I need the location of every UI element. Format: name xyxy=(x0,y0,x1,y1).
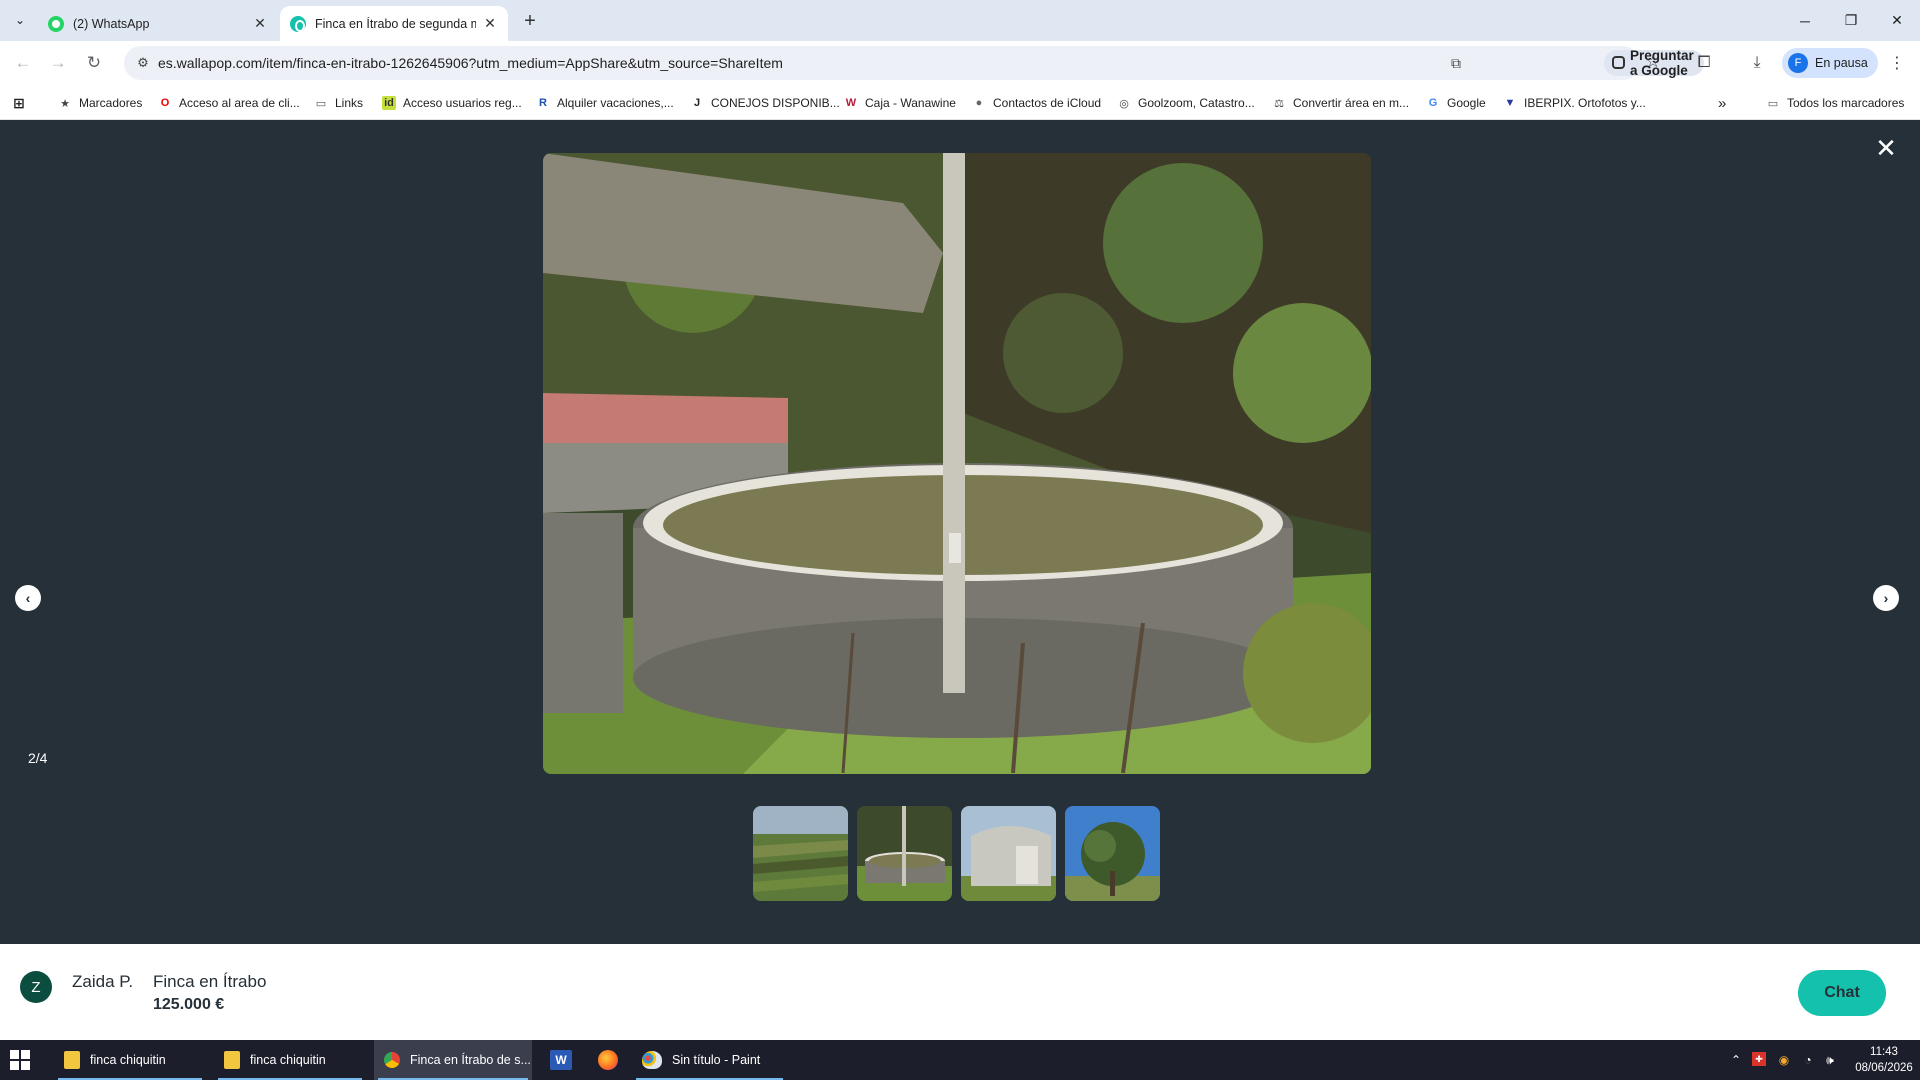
bookmark-item[interactable]: ★ Marcadores xyxy=(58,93,142,113)
show-hidden-icons-icon[interactable]: ⌃ xyxy=(1728,1052,1744,1068)
tab-wallapop[interactable]: Finca en Ítrabo de segunda mano ✕ xyxy=(280,6,508,41)
bookmark-item[interactable]: R Alquiler vacaciones,... xyxy=(536,93,674,113)
profile-avatar: F xyxy=(1788,53,1808,73)
close-tab-icon[interactable]: ✕ xyxy=(482,15,498,32)
system-clock[interactable]: 11:43 08/06/2026 xyxy=(1852,1044,1916,1076)
apps-grid-icon[interactable]: ⊞ xyxy=(12,93,33,113)
extensions-icon[interactable]: ⧠ xyxy=(1692,51,1716,75)
volume-icon[interactable]: 🕪 xyxy=(1822,1052,1838,1068)
iberpix-icon: ▼ xyxy=(1504,97,1516,109)
url-text[interactable]: es.wallapop.com/item/finca-en-itrabo-126… xyxy=(158,55,783,71)
avast-icon[interactable]: ◉ xyxy=(1776,1052,1792,1068)
profile-label: En pausa xyxy=(1815,56,1868,70)
bookmark-item[interactable]: J CONEJOS DISPONIB... xyxy=(690,93,840,113)
word-icon: W xyxy=(550,1050,572,1070)
taskbar-item[interactable]: finca chiquitin xyxy=(214,1040,366,1080)
converter-icon: ⚖ xyxy=(1274,97,1284,110)
file-explorer-icon xyxy=(64,1051,80,1069)
back-icon[interactable]: ← xyxy=(9,49,37,77)
paint-icon xyxy=(642,1051,662,1069)
taskbar-item[interactable]: finca chiquitin xyxy=(54,1040,206,1080)
bookmark-item[interactable]: id Acceso usuarios reg... xyxy=(382,93,522,113)
apple-icon: ● xyxy=(975,97,983,109)
clock-date: 08/06/2026 xyxy=(1855,1062,1913,1074)
thumbnail-2[interactable] xyxy=(857,806,952,901)
r-icon: R xyxy=(539,97,547,109)
antivirus-icon[interactable]: ✚ xyxy=(1752,1052,1766,1066)
bookmark-item[interactable]: ◎ Goolzoom, Catastro... xyxy=(1117,93,1255,113)
all-bookmarks-folder[interactable]: ▭ Todos los marcadores xyxy=(1766,93,1905,113)
listing-title: Finca en Ítrabo xyxy=(153,972,267,991)
bookmarks-bar: ⊞ ★ Marcadores O Acceso al area de cli... … xyxy=(0,85,1920,120)
listing-price: 125.000 € xyxy=(153,996,225,1013)
reload-icon[interactable]: ↻ xyxy=(80,49,108,77)
tab-title: (2) WhatsApp xyxy=(73,16,150,31)
globe-icon: ◎ xyxy=(1119,97,1129,110)
image-viewer: ✕ ‹ › 2/4 xyxy=(0,120,1920,944)
chrome-icon xyxy=(384,1052,400,1068)
bookmark-item[interactable]: ▭ Links xyxy=(314,93,363,113)
chat-button[interactable]: Chat xyxy=(1798,970,1886,1016)
restore-icon[interactable]: ❐ xyxy=(1828,0,1874,41)
folder-icon: ▭ xyxy=(1767,97,1779,110)
file-explorer-icon xyxy=(224,1051,240,1069)
google-lens-icon xyxy=(1612,56,1625,69)
thumbnail-1[interactable] xyxy=(753,806,848,901)
downloads-icon[interactable]: ⤓ xyxy=(1745,51,1769,75)
close-icon[interactable]: ✕ xyxy=(1874,133,1898,163)
bookmark-item[interactable]: W Caja - Wanawine xyxy=(844,93,956,113)
more-bookmarks-icon[interactable]: » xyxy=(1718,93,1726,113)
tab-title: Finca en Ítrabo de segunda mano xyxy=(315,16,476,31)
previous-image-button[interactable]: ‹ xyxy=(15,585,41,611)
new-tab-button[interactable]: + xyxy=(518,9,542,33)
browser-toolbar: ← → ↻ ⚙ es.wallapop.com/item/finca-en-it… xyxy=(0,41,1920,85)
w-icon: W xyxy=(845,97,857,109)
bookmark-star-icon[interactable]: ☆ xyxy=(1641,50,1665,74)
browser-menu-icon[interactable]: ⋮ xyxy=(1885,51,1909,75)
tab-search-chevron-icon[interactable]: ⌄ xyxy=(8,9,32,31)
install-app-icon[interactable]: ⧉ xyxy=(1446,53,1466,73)
bookmark-item[interactable]: ⚖ Convertir área en m... xyxy=(1272,93,1409,113)
tab-whatsapp[interactable]: (2) WhatsApp ✕ xyxy=(38,6,278,41)
bookmark-item[interactable]: ▼ IBERPIX. Ortofotos y... xyxy=(1503,93,1646,113)
seller-name[interactable]: Zaida P. xyxy=(72,972,133,992)
taskbar: finca chiquitin finca chiquitin Finca en… xyxy=(0,1040,1920,1080)
browser-tab-strip: ⌄ (2) WhatsApp ✕ Finca en Ítrabo de segu… xyxy=(0,0,1920,41)
opera-icon: O xyxy=(160,97,170,109)
wallapop-icon xyxy=(290,15,306,32)
minimize-icon[interactable]: ─ xyxy=(1782,0,1828,41)
thumbnail-3[interactable] xyxy=(961,806,1056,901)
next-image-button[interactable]: › xyxy=(1873,585,1899,611)
folder-icon: ▭ xyxy=(315,97,327,110)
clock-time: 11:43 xyxy=(1870,1046,1898,1058)
site-info-icon[interactable]: ⚙ xyxy=(134,54,152,72)
thumbnail-4[interactable] xyxy=(1065,806,1160,901)
profile-button[interactable]: F En pausa xyxy=(1782,48,1878,78)
windows-start-icon[interactable] xyxy=(10,1050,30,1070)
network-icon[interactable]: ◔ xyxy=(1800,1052,1816,1068)
listing-info-bar: Z Zaida P. Finca en Ítrabo 125.000 € Cha… xyxy=(0,944,1920,1040)
bookmark-item[interactable]: G Google xyxy=(1426,93,1486,113)
thumbnail-strip xyxy=(753,806,1160,901)
avatar[interactable]: Z xyxy=(20,971,52,1003)
word-taskbar-button[interactable]: W xyxy=(540,1040,576,1080)
bookmark-item[interactable]: O Acceso al area de cli... xyxy=(158,93,300,113)
bookmark-item[interactable]: ● Contactos de iCloud xyxy=(972,93,1101,113)
star-icon: ★ xyxy=(60,97,70,110)
firefox-taskbar-button[interactable] xyxy=(588,1040,624,1080)
address-bar[interactable]: ⚙ es.wallapop.com/item/finca-en-itrabo-1… xyxy=(124,46,1704,80)
close-tab-icon[interactable]: ✕ xyxy=(252,15,268,32)
forward-icon[interactable]: → xyxy=(44,49,72,77)
taskbar-item[interactable]: Finca en Ítrabo de s... xyxy=(374,1040,532,1080)
image-counter: 2/4 xyxy=(28,750,48,766)
taskbar-item[interactable]: Sin título - Paint xyxy=(632,1040,787,1080)
firefox-icon xyxy=(598,1050,618,1070)
google-icon: G xyxy=(1428,97,1438,109)
j-icon: J xyxy=(693,97,701,109)
close-window-icon[interactable]: ✕ xyxy=(1874,0,1920,41)
listing-photo xyxy=(543,153,1371,774)
idealista-icon: id xyxy=(382,96,396,110)
whatsapp-icon xyxy=(48,15,64,32)
